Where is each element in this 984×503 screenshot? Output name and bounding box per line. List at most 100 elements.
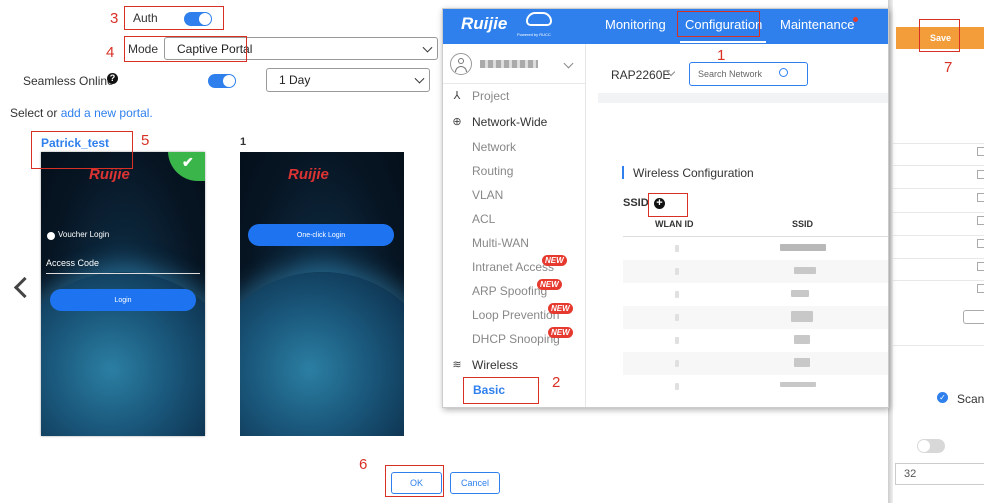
sidebar-item-multi-wan[interactable]: Multi-WAN (472, 236, 529, 250)
divider (893, 345, 984, 346)
login-button: Login (50, 289, 196, 311)
partial-button[interactable] (963, 310, 984, 324)
voucher-login-label: Voucher Login (58, 230, 110, 239)
option-toggle[interactable] (917, 439, 945, 453)
search-placeholder: Search Network (698, 69, 763, 79)
row-checkbox[interactable] (977, 239, 984, 248)
table-row[interactable] (623, 352, 888, 375)
annotation-box-save (919, 19, 960, 52)
table-row[interactable] (623, 329, 888, 352)
sidebar-item-network[interactable]: Network (472, 140, 516, 154)
annotation-number: 1 (717, 47, 726, 64)
portal-card-1[interactable]: Ruijie One-click Login (240, 152, 404, 436)
background-settings-panel: Save ✓ Scan 32 (893, 0, 984, 503)
sidebar-item-routing[interactable]: Routing (472, 164, 513, 178)
divider (893, 258, 984, 259)
row-checkbox[interactable] (977, 284, 984, 293)
seamless-label: Seamless Online (23, 74, 114, 88)
username-blurred (480, 60, 538, 68)
divider (893, 165, 984, 166)
cloud-icon (526, 12, 552, 26)
row-checkbox[interactable] (977, 216, 984, 225)
sidebar-item-loop-prevention[interactable]: Loop Prevention (472, 308, 559, 322)
seamless-duration-select[interactable]: 1 Day (266, 68, 430, 92)
new-badge: NEW (548, 303, 573, 314)
check-circle-icon: ✓ (937, 392, 948, 403)
wifi-icon: ≋ (452, 359, 462, 371)
brand-logo: Ruijie (461, 14, 508, 33)
table-row[interactable] (623, 375, 888, 398)
portal-select-hint: Select or add a new portal. (10, 106, 153, 120)
search-icon[interactable] (779, 68, 788, 77)
access-code-underline (46, 273, 200, 274)
annotation-number: 5 (141, 132, 150, 149)
column-ssid: SSID (792, 219, 814, 229)
sidebar-item-network-wide[interactable]: Network-Wide (472, 115, 547, 129)
column-wlan-id: WLAN ID (655, 219, 694, 229)
cancel-button[interactable]: Cancel (450, 472, 500, 494)
divider (893, 212, 984, 213)
chevron-down-icon (414, 73, 425, 84)
table-row[interactable] (623, 260, 888, 283)
earth-image (240, 272, 404, 436)
new-badge: NEW (542, 255, 567, 266)
seamless-duration-value: 1 Day (279, 73, 311, 87)
annotation-number: 6 (359, 456, 368, 473)
portal-card-patrick-test[interactable]: Ruijie ✔ Voucher Login Access Code Login (41, 152, 205, 436)
annotation-number: 3 (110, 10, 119, 27)
search-network-input[interactable]: Search Network (689, 62, 808, 86)
new-badge: NEW (537, 279, 562, 290)
divider (893, 235, 984, 236)
wireless-config-title: Wireless Configuration (633, 166, 754, 180)
row-checkbox[interactable] (977, 147, 984, 156)
row-checkbox[interactable] (977, 170, 984, 179)
device-model[interactable]: RAP2260E (611, 68, 670, 82)
nav-monitoring[interactable]: Monitoring (605, 17, 666, 32)
portal-name[interactable]: 1 (240, 136, 246, 148)
sidebar-item-wireless[interactable]: Wireless (472, 358, 518, 372)
annotation-box-auth (124, 6, 224, 30)
annotation-box-mode (124, 36, 247, 62)
notification-dot (853, 17, 858, 22)
globe-icon: ⊕ (452, 116, 462, 128)
annotation-box-portal (31, 131, 133, 169)
content-separator (598, 93, 888, 103)
annotation-number: 2 (552, 374, 561, 391)
help-icon[interactable]: ? (107, 73, 118, 84)
ssid-label: SSID (623, 197, 649, 209)
top-navbar: Ruijie Powered by RUCC Monitoring Config… (443, 9, 888, 44)
add-portal-link[interactable]: add a new portal. (61, 106, 153, 120)
new-badge: NEW (548, 327, 573, 338)
chevron-left-icon[interactable] (13, 276, 36, 299)
sidebar-item-dhcp-snooping[interactable]: DHCP Snooping (472, 332, 560, 346)
row-checkbox[interactable] (977, 262, 984, 271)
annotation-box-configuration (677, 11, 760, 37)
sidebar-item-vlan[interactable]: VLAN (472, 188, 503, 202)
check-icon: ✔ (182, 154, 194, 170)
table-row[interactable] (623, 306, 888, 329)
scan-label: Scan (957, 392, 984, 406)
access-code-label: Access Code (46, 258, 100, 268)
seamless-toggle[interactable] (208, 74, 236, 88)
row-checkbox[interactable] (977, 193, 984, 202)
nav-maintenance[interactable]: Maintenance (780, 17, 854, 32)
project-icon: ⅄ (453, 90, 461, 102)
voucher-icon (47, 232, 55, 240)
sidebar-item-acl[interactable]: ACL (472, 212, 495, 226)
nav-active-underline (680, 41, 766, 43)
annotation-box-ok (385, 465, 444, 497)
sidebar-item-project[interactable]: Project (472, 89, 509, 103)
divider (443, 83, 586, 84)
number-input[interactable]: 32 (895, 463, 984, 485)
section-marker (622, 166, 624, 179)
selected-check-badge: ✔ (168, 152, 205, 181)
chevron-down-icon (422, 42, 433, 53)
user-avatar-icon[interactable] (450, 53, 472, 75)
table-row[interactable] (623, 283, 888, 306)
divider (893, 143, 984, 144)
divider (893, 280, 984, 281)
divider (893, 188, 984, 189)
annotation-number: 4 (106, 44, 115, 61)
sidebar-item-arp-spoofing[interactable]: ARP Spoofing (472, 284, 547, 298)
table-row[interactable] (623, 237, 888, 260)
